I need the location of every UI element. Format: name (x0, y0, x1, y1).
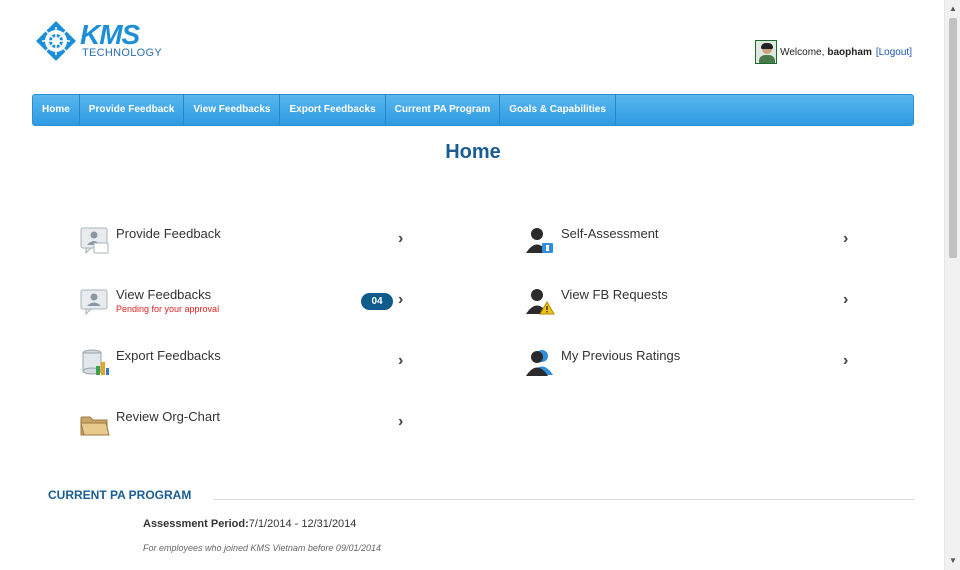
section-title: CURRENT PA PROGRAM (48, 488, 192, 502)
nav-home[interactable]: Home (33, 95, 80, 125)
chevron-right-icon: › (843, 291, 849, 308)
nav-current-pa-program[interactable]: Current PA Program (386, 95, 501, 125)
chevron-right-icon: › (843, 230, 849, 247)
previous-ratings-icon (526, 350, 553, 376)
assessment-period: Assessment Period:7/1/2014 - 12/31/2014 (143, 518, 356, 530)
menu-my-previous-ratings[interactable]: My Previous Ratings › (525, 338, 865, 378)
section-divider (214, 499, 914, 500)
chevron-right-icon: › (398, 413, 404, 430)
chevron-right-icon: › (843, 352, 849, 369)
menu-view-feedbacks[interactable]: View Feedbacks Pending for your approval… (80, 277, 420, 317)
period-label: Assessment Period: (143, 518, 249, 530)
nav-view-feedbacks[interactable]: View Feedbacks (184, 95, 281, 125)
eligibility-note: For employees who joined KMS Vietnam bef… (143, 543, 381, 553)
menu-label: View FB Requests (561, 287, 668, 302)
provide-feedback-icon (80, 227, 109, 254)
user-name: baopham (827, 46, 872, 58)
view-feedbacks-icon (80, 289, 108, 315)
menu-review-org-chart[interactable]: Review Org-Chart › (80, 399, 420, 439)
menu-view-fb-requests[interactable]: View FB Requests › (525, 277, 865, 317)
avatar (755, 40, 778, 64)
pending-count-badge: 04 (361, 293, 393, 310)
menu-label: Export Feedbacks (116, 348, 221, 363)
self-assessment-icon (526, 228, 553, 253)
export-feedbacks-icon (82, 349, 109, 375)
chevron-right-icon: › (398, 230, 404, 247)
menu-self-assessment[interactable]: Self-Assessment › (525, 216, 865, 256)
period-value: 7/1/2014 - 12/31/2014 (248, 518, 357, 530)
kms-logo[interactable]: KMS TECHNOLOGY (36, 19, 166, 63)
scroll-down-icon[interactable]: ▼ (945, 554, 960, 568)
menu-export-feedbacks[interactable]: Export Feedbacks › (80, 338, 420, 378)
welcome-text: Welcome, (780, 46, 825, 58)
scroll-thumb[interactable] (949, 18, 957, 258)
menu-provide-feedback[interactable]: Provide Feedback › (80, 216, 420, 256)
menu-label: Self-Assessment (561, 226, 659, 241)
nav-export-feedbacks[interactable]: Export Feedbacks (280, 95, 386, 125)
menu-label: Review Org-Chart (116, 409, 221, 424)
fb-requests-icon (526, 289, 555, 315)
logo-subtitle: TECHNOLOGY (82, 47, 163, 59)
pending-note: Pending for your approval (116, 304, 220, 314)
menu-label: View Feedbacks (116, 287, 212, 302)
menu-label: Provide Feedback (116, 226, 221, 241)
user-area: Welcome, baopham [Logout] (755, 40, 912, 64)
vertical-scrollbar[interactable]: ▲ ▼ (944, 0, 960, 570)
nav-goals-capabilities[interactable]: Goals & Capabilities (500, 95, 616, 125)
logo-sun-icon (36, 21, 76, 61)
chevron-right-icon: › (398, 291, 404, 308)
chevron-right-icon: › (398, 352, 404, 369)
page-title: Home (445, 141, 501, 163)
scroll-up-icon[interactable]: ▲ (945, 2, 960, 16)
nav-provide-feedback[interactable]: Provide Feedback (80, 95, 185, 125)
logout-link[interactable]: [Logout] (876, 47, 912, 58)
menu-label: My Previous Ratings (561, 348, 681, 363)
folder-icon (80, 416, 110, 436)
main-nav: Home Provide Feedback View Feedbacks Exp… (32, 94, 914, 126)
